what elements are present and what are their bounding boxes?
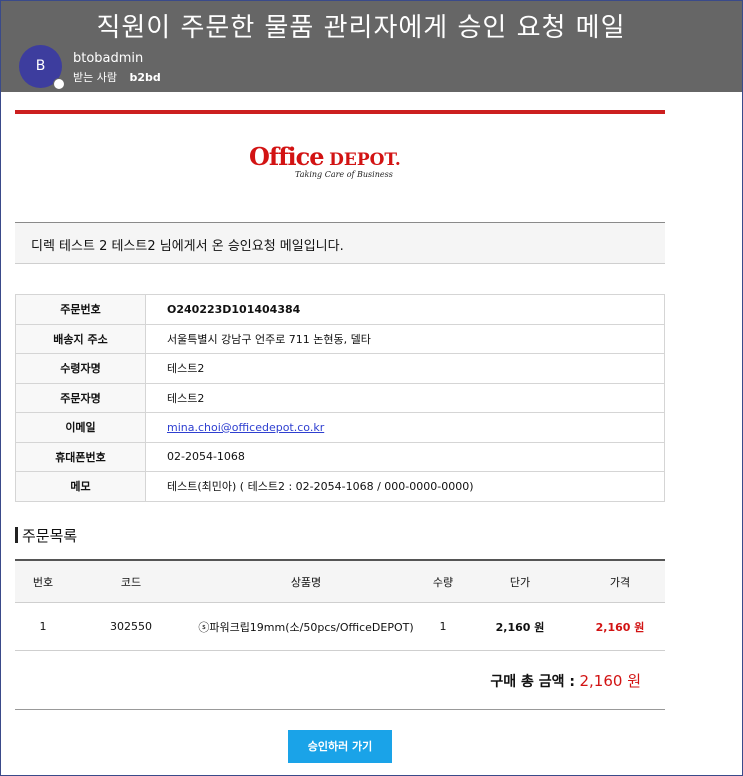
recipient-label: 받는 사람 xyxy=(73,71,117,84)
info-row: 휴대폰번호 02-2054-1068 xyxy=(15,441,665,472)
header-cell-no: 번호 xyxy=(32,575,54,589)
info-label: 수령자명 xyxy=(15,353,146,384)
info-row: 배송지 주소 서울특별시 강남구 언주로 711 논현동, 델타 xyxy=(15,323,665,354)
row-no: 1 xyxy=(39,620,47,633)
order-list-header-row: 번호 코드 상품명 수량 단가 가격 xyxy=(15,559,665,603)
header-cell-qty: 수량 xyxy=(432,575,454,589)
total-label: 구매 총 금액 : xyxy=(490,674,576,690)
header-cell-unit-price: 단가 xyxy=(509,575,531,589)
info-value: mina.choi@officedepot.co.kr xyxy=(145,412,665,443)
header-cell-price: 가격 xyxy=(609,575,631,589)
header-cell-code: 코드 xyxy=(120,575,142,589)
intro-banner: 디렉 테스트 2 테스트2 님에게서 온 승인요청 메일입니다. xyxy=(15,222,665,264)
info-row: 주문번호 O240223D101404384 xyxy=(15,294,665,325)
email-body: Office DEPOT. Taking Care of Business 디렉… xyxy=(1,92,742,775)
logo-word-depot: DEPOT. xyxy=(329,150,401,170)
total-amount: 2,160 원 xyxy=(579,672,641,690)
row-unit-price: 2,160 원 xyxy=(495,620,545,634)
order-info-table: 주문번호 O240223D101404384 배송지 주소 서울특별시 강남구 언주로… xyxy=(15,294,665,502)
sender-name[interactable]: btobadmin xyxy=(73,51,143,66)
email-subject: 직원이 주문한 물품 관리자에게 승인 요청 메일 xyxy=(96,13,626,43)
info-value: 02-2054-1068 xyxy=(145,441,665,472)
section-marker xyxy=(15,527,18,543)
brand-divider xyxy=(15,110,665,114)
logo-tagline: Taking Care of Business xyxy=(295,170,393,179)
info-value: 테스트2 xyxy=(145,353,665,384)
email-link[interactable]: mina.choi@officedepot.co.kr xyxy=(167,421,324,434)
intro-text: 디렉 테스트 2 테스트2 님에게서 온 승인요청 메일입니다. xyxy=(31,239,344,254)
order-list-title: 주문목록 xyxy=(22,527,78,545)
order-total: 구매 총 금액 : 2,160 원 xyxy=(15,660,665,710)
header-cell-product: 상품명 xyxy=(290,575,322,589)
info-label: 이메일 xyxy=(15,412,146,443)
email-window: 직원이 주문한 물품 관리자에게 승인 요청 메일 B btobadmin 받는… xyxy=(0,0,743,776)
office-depot-logo: Office DEPOT. Taking Care of Business xyxy=(249,142,434,188)
presence-status-icon xyxy=(53,78,65,90)
logo-word-office: Office xyxy=(249,142,325,171)
row-product: ⓢ파워크립19mm(소/50pcs/OfficeDEPOT) xyxy=(198,620,414,634)
table-row: 1 302550 ⓢ파워크립19mm(소/50pcs/OfficeDEPOT) … xyxy=(15,603,665,651)
info-value: 서울특별시 강남구 언주로 711 논현동, 델타 xyxy=(145,323,665,354)
info-label: 배송지 주소 xyxy=(15,323,146,354)
email-header: 직원이 주문한 물품 관리자에게 승인 요청 메일 B btobadmin 받는… xyxy=(1,1,742,92)
recipient-name[interactable]: b2bd xyxy=(129,71,160,84)
approve-button[interactable]: 승인하러 가기 xyxy=(288,730,392,763)
info-value: 테스트(최민아) ( 테스트2 : 02-2054-1068 / 000-000… xyxy=(145,471,665,502)
info-row: 메모 테스트(최민아) ( 테스트2 : 02-2054-1068 / 000-0… xyxy=(15,471,665,502)
info-label: 휴대폰번호 xyxy=(15,441,146,472)
info-row: 이메일 mina.choi@officedepot.co.kr xyxy=(15,412,665,443)
order-list-heading: 주문목록 xyxy=(15,525,77,546)
info-label: 주문번호 xyxy=(15,294,146,325)
recipient-line: 받는 사람 b2bd xyxy=(73,69,161,85)
info-row: 주문자명 테스트2 xyxy=(15,382,665,413)
info-row: 수령자명 테스트2 xyxy=(15,353,665,384)
info-label: 주문자명 xyxy=(15,382,146,413)
row-qty: 1 xyxy=(439,620,447,633)
logo-wordmark: Office DEPOT. xyxy=(249,142,434,171)
row-code: 302550 xyxy=(110,620,152,633)
info-value: 테스트2 xyxy=(145,382,665,413)
info-label: 메모 xyxy=(15,471,146,502)
row-price: 2,160 원 xyxy=(595,620,645,634)
info-value: O240223D101404384 xyxy=(145,294,665,325)
